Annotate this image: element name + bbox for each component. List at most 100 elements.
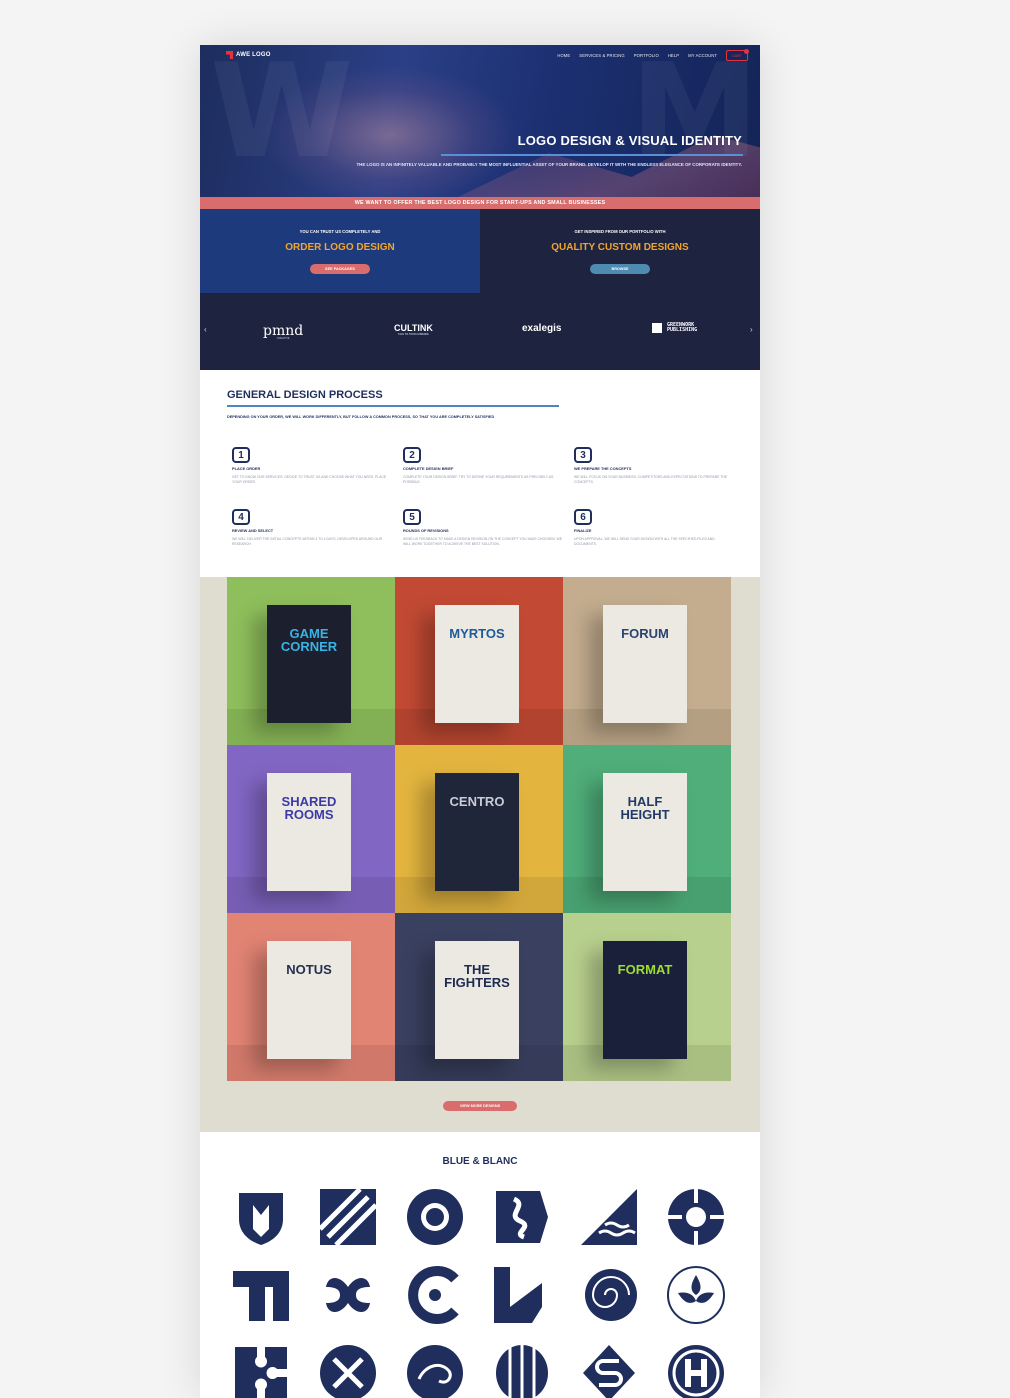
hero-subtitle: THE LOGO IS AN INFINITELY VALUABLE AND P… xyxy=(356,162,742,167)
promo-ribbon: WE WANT TO OFFER THE BEST LOGO DESIGN FO… xyxy=(200,197,760,209)
step-title: REVIEW AND SELECT xyxy=(232,528,274,533)
step-title: ROUNDS OF REVISIONS xyxy=(403,528,449,533)
striped-globe-icon[interactable] xyxy=(492,1343,552,1398)
greenwork-mark-icon xyxy=(652,323,662,333)
see-packages-button[interactable]: SEE PACKAGES xyxy=(310,264,370,274)
puzzle-icon[interactable] xyxy=(231,1343,291,1398)
nav-my-account[interactable]: MY ACCOUNT xyxy=(688,53,717,58)
portfolio-tile[interactable]: THE FIGHTERS xyxy=(395,913,563,1081)
process-step: 4 REVIEW AND SELECT WE WILL DELIVER THE … xyxy=(232,509,392,547)
triangle-waves-icon[interactable] xyxy=(579,1187,639,1247)
x-bones-icon[interactable] xyxy=(318,1343,378,1398)
logo-card: CENTRO xyxy=(435,773,519,891)
brand-name: AWE LOGO xyxy=(236,52,271,58)
hero-title-underline xyxy=(441,154,743,156)
s-road-icon[interactable] xyxy=(579,1343,639,1398)
h-circle-icon[interactable] xyxy=(666,1343,726,1398)
step-desc: WE WILL FOCUS ON YOUR BUSINESS, COMPETIT… xyxy=(574,475,728,484)
spiral-rosette-icon[interactable] xyxy=(666,1187,726,1247)
view-more-designs-button[interactable]: VIEW MORE DESIGNS xyxy=(443,1101,517,1111)
portfolio-brand-name: MYRTOS xyxy=(449,626,505,641)
step-desc: SEND US FEEDBACK TO MAKE A DESIGN REVISI… xyxy=(403,537,563,546)
cart-label: CART xyxy=(732,53,742,58)
step-desc: GET TO KNOW OUR SERVICES. DECIDE TO TRUS… xyxy=(232,475,387,484)
process-step: 6 FINALIZE UPON APPROVAL, WE WILL SEND Y… xyxy=(574,509,734,547)
step-title: PLACE ORDER xyxy=(232,466,261,471)
logo-card: GAME CORNER xyxy=(267,605,351,723)
step-number-1: 1 xyxy=(232,447,250,463)
process-step: 2 COMPLETE DESIGN BRIEF COMPLETE YOUR DE… xyxy=(403,447,563,485)
cta-order-pre: YOU CAN TRUST US COMPLETELY AND xyxy=(299,229,381,234)
block-m-icon[interactable] xyxy=(231,1265,291,1325)
step-number-2: 2 xyxy=(403,447,421,463)
nav-services-pricing[interactable]: SERVICES & PRICING xyxy=(579,53,624,58)
logo-card: NOTUS xyxy=(267,941,351,1059)
step-desc: COMPLETE YOUR DESIGN BRIEF. TRY TO DEFIN… xyxy=(403,475,554,484)
main-nav: HOME SERVICES & PRICING PORTFOLIO HELP M… xyxy=(557,49,749,61)
hero-title: LOGO DESIGN & VISUAL IDENTITY xyxy=(517,133,742,148)
carousel-prev-icon[interactable]: ‹ xyxy=(204,325,207,334)
portfolio-brand-name: FORUM xyxy=(621,626,669,641)
nav-portfolio[interactable]: PORTFOLIO xyxy=(634,53,659,58)
logo-card: SHARED ROOMS xyxy=(267,773,351,891)
step-title: COMPLETE DESIGN BRIEF xyxy=(403,466,454,471)
process-step: 5 ROUNDS OF REVISIONS SEND US FEEDBACK T… xyxy=(403,509,563,547)
step-desc: WE WILL DELIVER THE INITIAL CONCEPTS WIT… xyxy=(232,537,383,546)
blue-blanc-title: BLUE & BLANC xyxy=(442,1156,518,1167)
client-logo-cultink: CULTINK TALK TO YOUR AUDIENCE xyxy=(394,323,433,336)
portfolio-tile[interactable]: NOTUS xyxy=(227,913,395,1081)
portfolio-tile[interactable]: FORUM xyxy=(563,577,731,745)
page: W M AWE LOGO HOME SERVICES & PRICING POR… xyxy=(200,45,760,1398)
client-logo-carousel: ‹ pmnd CREATIVE CULTINK TALK TO YOUR AUD… xyxy=(200,293,760,370)
c-swirl-icon[interactable] xyxy=(405,1265,465,1325)
nav-help[interactable]: HELP xyxy=(668,53,679,58)
cta-order-title: ORDER LOGO DESIGN xyxy=(285,242,395,253)
browse-button[interactable]: BROWSE xyxy=(590,264,650,274)
portfolio-brand-name: GAME CORNER xyxy=(280,626,338,654)
portfolio-brand-name: FORMAT xyxy=(617,962,673,977)
portfolio-tile[interactable]: CENTRO xyxy=(395,745,563,913)
portfolio-brand-name: SHARED ROOMS xyxy=(281,794,337,822)
nautilus-icon[interactable] xyxy=(579,1265,639,1325)
arrow-corner-icon[interactable] xyxy=(492,1265,552,1325)
cta-order: YOU CAN TRUST US COMPLETELY AND ORDER LO… xyxy=(200,209,480,293)
sunburst-icon[interactable] xyxy=(405,1187,465,1247)
portfolio-tile[interactable]: SHARED ROOMS xyxy=(227,745,395,913)
process-title-underline xyxy=(227,405,559,407)
river-square-icon[interactable] xyxy=(492,1187,552,1247)
process-title: GENERAL DESIGN PROCESS xyxy=(227,389,383,401)
logo-card: FORMAT xyxy=(603,941,687,1059)
cart-button[interactable]: CART xyxy=(726,49,749,61)
stairs-tile-icon[interactable] xyxy=(318,1187,378,1247)
cta-browse-title: QUALITY CUSTOM DESIGNS xyxy=(551,242,689,253)
chameleon-icon[interactable] xyxy=(405,1343,465,1398)
step-number-4: 4 xyxy=(232,509,250,525)
logo-card: THE FIGHTERS xyxy=(435,941,519,1059)
portfolio-tile[interactable]: FORMAT xyxy=(563,913,731,1081)
cta-browse: GET INSPIRED FROM OUR PORTFOLIO WITH QUA… xyxy=(480,209,760,293)
client-logo-pmnd: pmnd CREATIVE xyxy=(263,323,304,340)
portfolio-tile[interactable]: MYRTOS xyxy=(395,577,563,745)
client-logo-exalegis: exalegis xyxy=(522,323,562,334)
step-number-5: 5 xyxy=(403,509,421,525)
process-step: 1 PLACE ORDER GET TO KNOW OUR SERVICES. … xyxy=(232,447,392,485)
logo-card: FORUM xyxy=(603,605,687,723)
x-petals-icon[interactable] xyxy=(318,1265,378,1325)
blue-blanc-section: BLUE & BLANC xyxy=(200,1132,760,1398)
process-lead: DEPENDING ON YOUR ORDER, WE WILL WORK DI… xyxy=(227,415,495,419)
step-number-6: 6 xyxy=(574,509,592,525)
step-desc: UPON APPROVAL, WE WILL SEND YOUR DESIGN … xyxy=(574,537,715,546)
lily-seal-icon[interactable] xyxy=(666,1265,726,1325)
cta-browse-pre: GET INSPIRED FROM OUR PORTFOLIO WITH xyxy=(574,229,666,234)
client-logo-greenwork: GREENWORK PUBLISHING xyxy=(652,323,697,333)
carousel-next-icon[interactable]: › xyxy=(750,325,753,334)
process-step: 3 WE PREPARE THE CONCEPTS WE WILL FOCUS … xyxy=(574,447,734,485)
shield-face-icon[interactable] xyxy=(231,1187,291,1247)
brand-logo[interactable]: AWE LOGO xyxy=(226,51,271,59)
step-title: FINALIZE xyxy=(574,528,592,533)
portfolio-brand-name: CENTRO xyxy=(449,794,505,809)
portfolio-tile[interactable]: GAME CORNER xyxy=(227,577,395,745)
nav-home[interactable]: HOME xyxy=(557,53,570,58)
portfolio-tile[interactable]: HALF HEIGHT xyxy=(563,745,731,913)
logo-mark-icon xyxy=(226,51,233,59)
